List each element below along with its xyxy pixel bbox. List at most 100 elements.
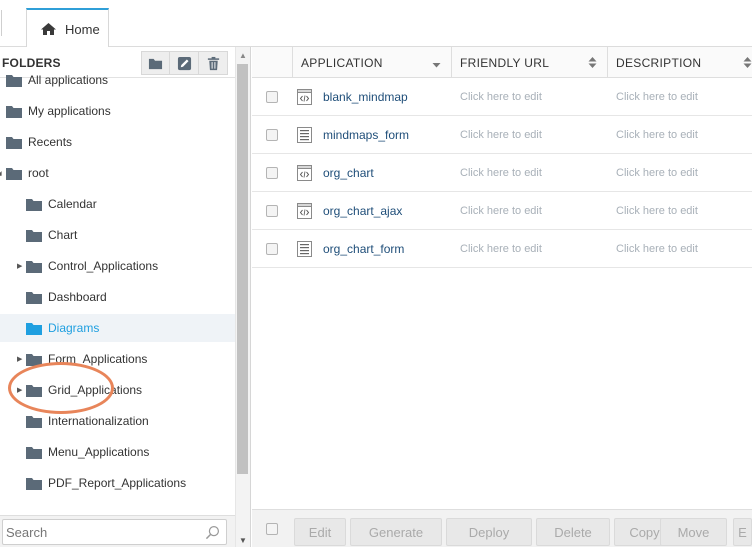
code-file-icon xyxy=(297,89,312,105)
tree-item-label: All applications xyxy=(28,73,109,87)
folders-scrollbar[interactable]: ▲ ▼ xyxy=(235,47,250,547)
description-edit[interactable]: Click here to edit xyxy=(616,243,698,255)
tree-item-label: Calendar xyxy=(48,197,97,211)
application-name-link[interactable]: org_chart_form xyxy=(323,242,404,256)
tree-item-pdf-report-applications[interactable]: PDF_Report_Applications xyxy=(0,469,235,497)
row-checkbox[interactable] xyxy=(266,243,278,255)
sort-both-icon[interactable] xyxy=(743,56,752,69)
table-row[interactable]: mindmaps_form Click here to edit Click her… xyxy=(252,116,752,154)
tree-item-all-applications[interactable]: All applications xyxy=(0,66,235,94)
friendly-url-edit[interactable]: Click here to edit xyxy=(460,205,542,217)
table-row[interactable]: org_chart_form Click here to edit Click he… xyxy=(252,230,752,268)
move-button[interactable]: Move xyxy=(660,518,727,546)
tree-item-calendar[interactable]: Calendar xyxy=(0,190,235,218)
edit-button[interactable]: Edit xyxy=(294,518,346,546)
row-checkbox[interactable] xyxy=(266,205,278,217)
grid-header: APPLICATION FRIENDLY URL DESCRIPTION xyxy=(252,47,752,78)
scroll-down-icon[interactable]: ▼ xyxy=(239,536,247,545)
scroll-thumb[interactable] xyxy=(237,64,248,474)
tree-item-chart[interactable]: Chart xyxy=(0,221,235,249)
description-edit[interactable]: Click here to edit xyxy=(616,91,698,103)
tree-item-label: Recents xyxy=(28,135,73,149)
friendly-url-edit[interactable]: Click here to edit xyxy=(460,91,542,103)
row-checkbox[interactable] xyxy=(266,167,278,179)
tree-item-label: Diagrams xyxy=(48,321,100,335)
application-name-link[interactable]: blank_mindmap xyxy=(323,90,408,104)
search-box xyxy=(2,519,227,545)
friendly-url-edit[interactable]: Click here to edit xyxy=(460,167,542,179)
row-checkbox[interactable] xyxy=(266,129,278,141)
friendly-url-edit[interactable]: Click here to edit xyxy=(460,129,542,141)
tree-item-label: Menu_Applications xyxy=(48,445,150,459)
description-edit[interactable]: Click here to edit xyxy=(616,167,698,179)
select-all-checkbox[interactable] xyxy=(266,523,278,535)
search-input[interactable] xyxy=(6,521,196,543)
e-button[interactable]: E xyxy=(733,518,752,546)
description-edit[interactable]: Click here to edit xyxy=(616,129,698,141)
description-edit[interactable]: Click here to edit xyxy=(616,205,698,217)
expanded-arrow-icon[interactable]: ◢ xyxy=(0,170,5,177)
code-file-icon xyxy=(297,203,312,219)
sort-both-icon[interactable] xyxy=(588,56,597,69)
table-row[interactable]: blank_mindmap Click here to edit Click her… xyxy=(252,78,752,116)
collapsed-arrow-icon[interactable]: ▶ xyxy=(17,355,25,363)
deploy-button[interactable]: Deploy xyxy=(446,518,532,546)
folder-icon xyxy=(26,229,42,242)
folder-icon xyxy=(26,260,42,273)
friendly-url-edit[interactable]: Click here to edit xyxy=(460,243,542,255)
column-application[interactable]: APPLICATION xyxy=(292,47,451,78)
tab-home[interactable]: Home xyxy=(26,8,109,48)
application-name-link[interactable]: org_chart xyxy=(323,166,374,180)
tree-item-label: My applications xyxy=(28,104,111,118)
folder-icon xyxy=(26,415,42,428)
top-tab-bar: Home xyxy=(0,0,752,48)
tree-item-dashboard[interactable]: Dashboard xyxy=(0,283,235,311)
tree-item-label: Dashboard xyxy=(48,290,107,304)
tree-item-label: PDF_Report_Applications xyxy=(48,476,187,490)
column-description-label: DESCRIPTION xyxy=(616,55,702,70)
search-bar xyxy=(0,515,235,547)
tree-item-recents[interactable]: Recents xyxy=(0,128,235,156)
column-friendly-url[interactable]: FRIENDLY URL xyxy=(451,47,607,78)
tree-item-diagrams[interactable]: Diagrams xyxy=(0,314,235,342)
tab-bar-edge xyxy=(0,10,2,36)
collapsed-arrow-icon[interactable]: ▶ xyxy=(17,262,25,270)
column-application-label: APPLICATION xyxy=(301,55,383,70)
applications-grid: APPLICATION FRIENDLY URL DESCRIPTION bla… xyxy=(252,47,752,547)
tree-item-my-applications[interactable]: My applications xyxy=(0,97,235,125)
table-row[interactable]: org_chart_ajax Click here to edit Click he… xyxy=(252,192,752,230)
column-description[interactable]: DESCRIPTION xyxy=(607,47,752,78)
folder-icon xyxy=(26,446,42,459)
column-friendly-url-label: FRIENDLY URL xyxy=(460,55,550,70)
tab-home-label: Home xyxy=(65,21,100,37)
tree-item-label: Internationalization xyxy=(48,414,149,428)
folder-icon xyxy=(6,167,22,180)
folder-icon xyxy=(6,105,22,118)
tree-item-internationalization[interactable]: Internationalization xyxy=(0,407,235,435)
row-checkbox[interactable] xyxy=(266,91,278,103)
application-name-link[interactable]: mindmaps_form xyxy=(323,128,409,142)
tree-item-menu-applications[interactable]: Menu_Applications xyxy=(0,438,235,466)
application-name-link[interactable]: org_chart_ajax xyxy=(323,204,402,218)
scroll-up-icon[interactable]: ▲ xyxy=(239,51,247,60)
form-file-icon xyxy=(297,127,312,143)
folder-icon xyxy=(26,477,42,490)
folders-panel: FOLDERS All applications My applications R… xyxy=(0,47,251,547)
tree-item-root[interactable]: ◢ root xyxy=(0,159,235,187)
sort-desc-icon[interactable] xyxy=(432,56,441,69)
highlight-annotation xyxy=(8,362,114,414)
tree-item-label: Control_Applications xyxy=(48,259,159,273)
delete-button[interactable]: Delete xyxy=(536,518,610,546)
tree-item-label: root xyxy=(28,166,49,180)
code-file-icon xyxy=(297,165,312,181)
table-row[interactable]: org_chart Click here to edit Click here to… xyxy=(252,154,752,192)
folder-icon xyxy=(26,322,42,335)
search-icon[interactable] xyxy=(205,525,220,540)
tree-item-control-applications[interactable]: ▶ Control_Applications xyxy=(0,252,235,280)
folder-icon xyxy=(26,198,42,211)
tree-item-label: Chart xyxy=(48,228,78,242)
generate-button[interactable]: Generate xyxy=(350,518,442,546)
form-file-icon xyxy=(297,241,312,257)
grid-toolbar: Edit Generate Deploy Delete Copy Move E xyxy=(252,509,752,547)
folder-icon xyxy=(26,291,42,304)
